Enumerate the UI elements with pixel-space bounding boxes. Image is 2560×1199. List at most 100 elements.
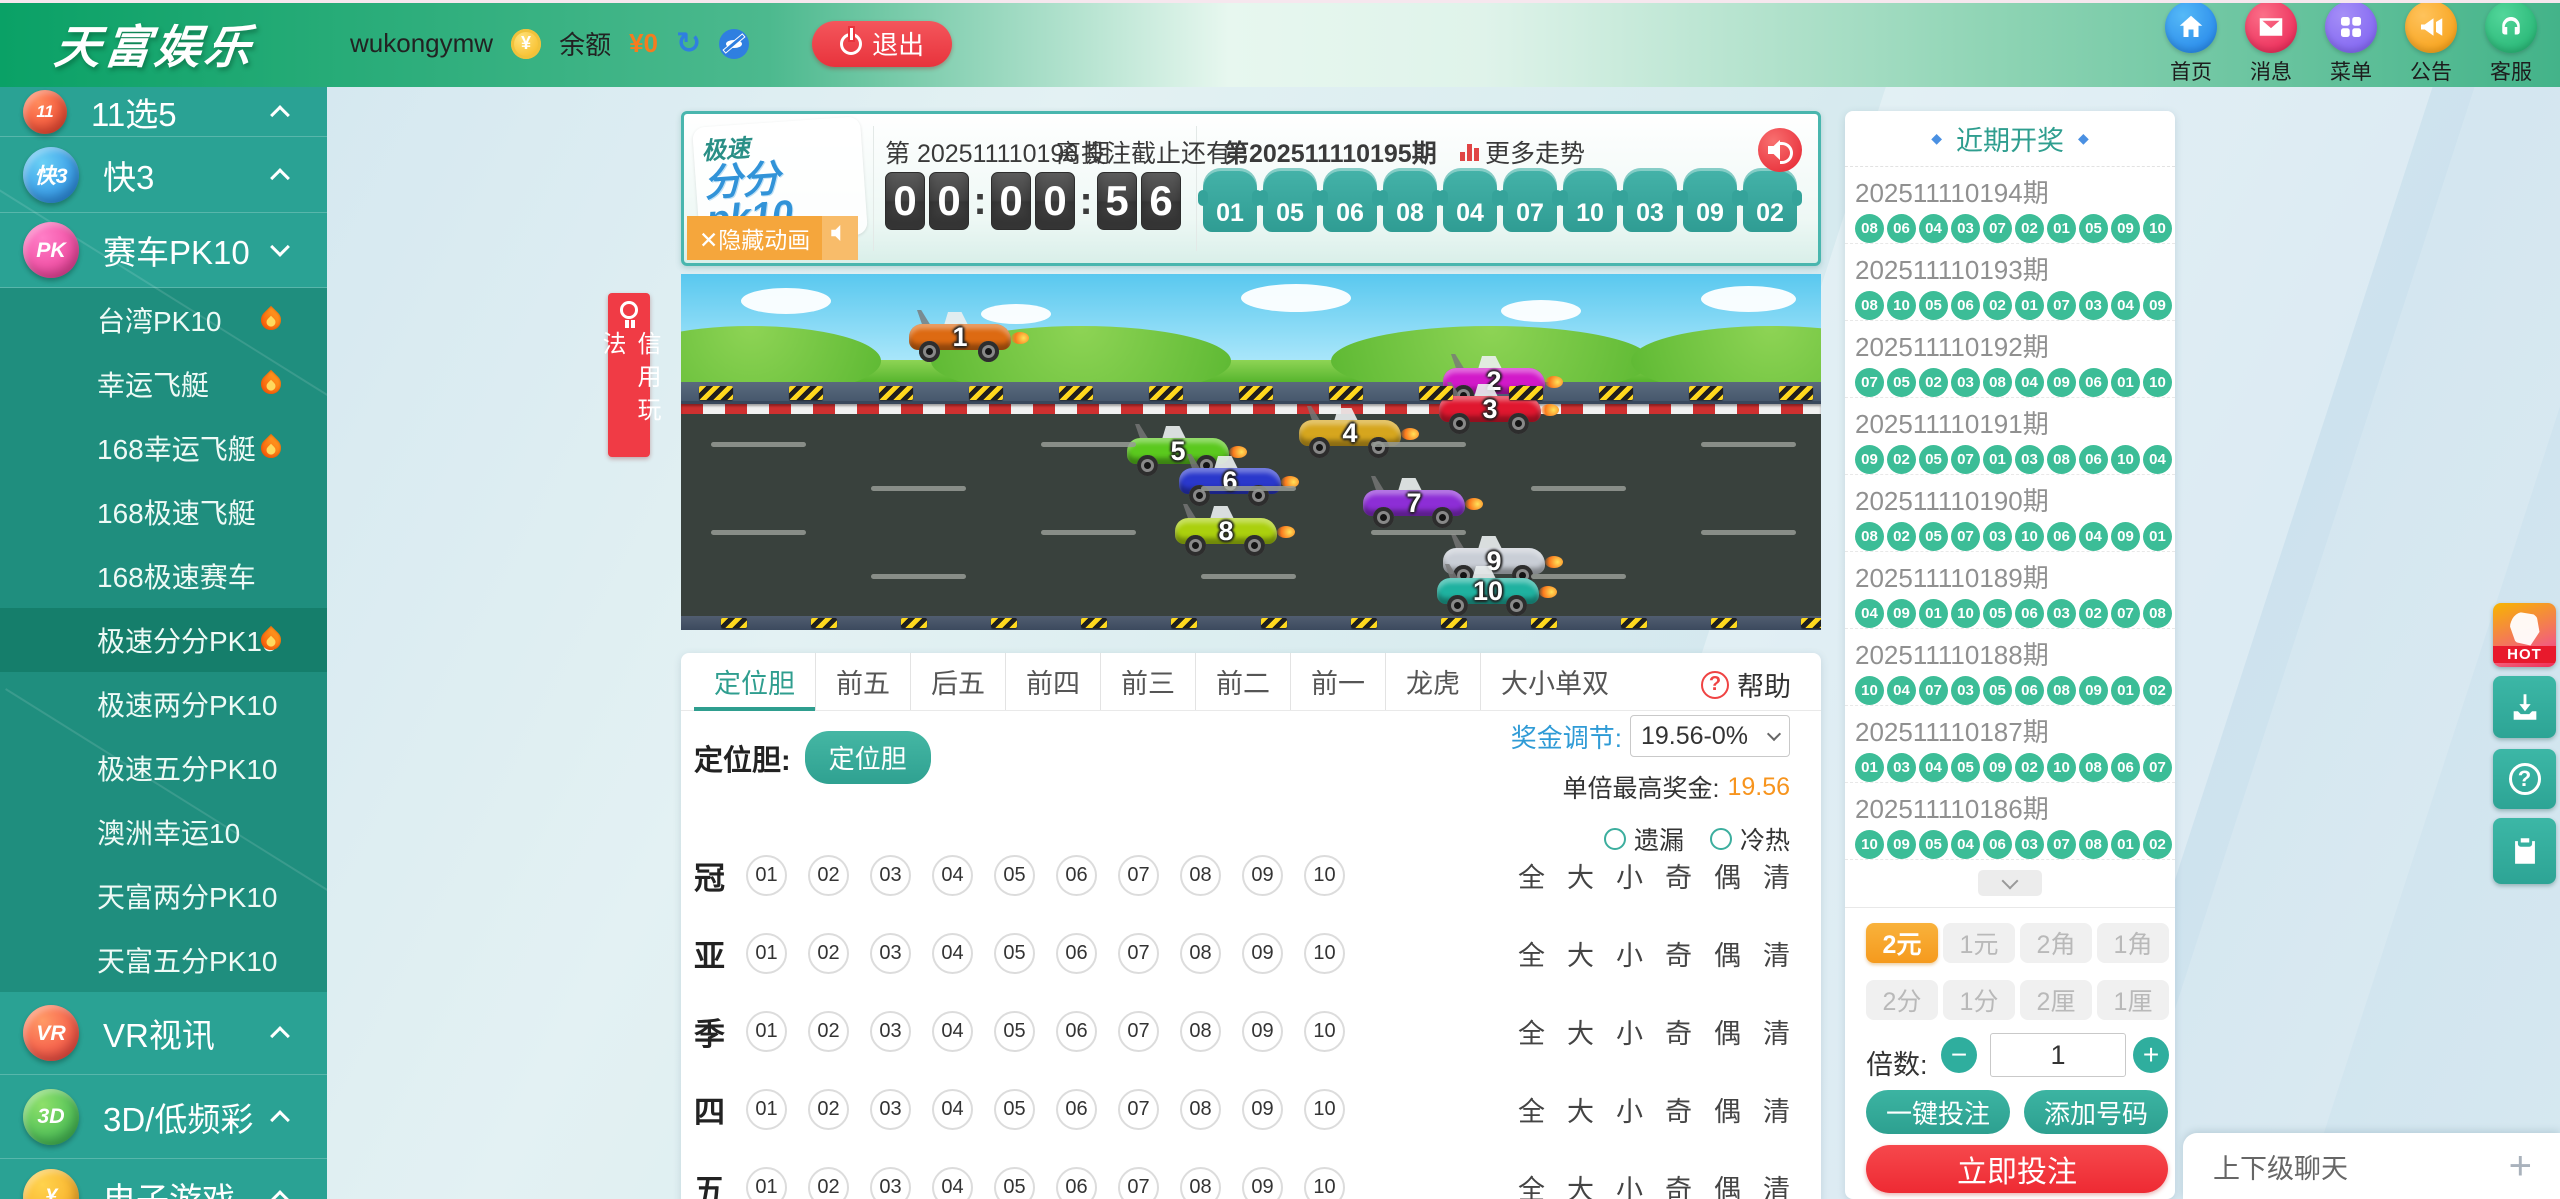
tab-后五[interactable]: 后五 — [911, 653, 1006, 710]
nav-item-home[interactable]: 首页 — [2156, 1, 2226, 86]
number-button-07[interactable]: 07 — [1118, 933, 1159, 974]
download-button[interactable] — [2493, 676, 2556, 738]
quick-bet-button[interactable]: 一键投注 — [1866, 1090, 2010, 1134]
sidebar-item-台湾PK10[interactable]: 台湾PK10 — [0, 288, 327, 352]
add-number-button[interactable]: 添加号码 — [2024, 1090, 2168, 1134]
sidebar-group-11x5[interactable]: 1111选5 — [0, 87, 327, 137]
support-button[interactable]: ? — [2493, 749, 2556, 809]
number-button-01[interactable]: 01 — [746, 1089, 787, 1130]
nav-item-service[interactable]: 客服 — [2476, 1, 2546, 86]
number-button-02[interactable]: 02 — [808, 1167, 849, 1199]
quick-action-奇[interactable]: 奇 — [1665, 934, 1692, 973]
tab-前二[interactable]: 前二 — [1196, 653, 1291, 710]
quick-action-偶[interactable]: 偶 — [1714, 934, 1741, 973]
number-button-04[interactable]: 04 — [932, 1167, 973, 1199]
multiplier-input[interactable] — [1990, 1033, 2126, 1077]
quick-action-大[interactable]: 大 — [1567, 1012, 1594, 1051]
quick-action-清[interactable]: 清 — [1763, 934, 1790, 973]
eye-off-icon[interactable] — [719, 29, 749, 59]
quick-action-小[interactable]: 小 — [1616, 934, 1643, 973]
number-button-05[interactable]: 05 — [994, 1089, 1035, 1130]
quick-action-全[interactable]: 全 — [1518, 1168, 1545, 1199]
number-button-06[interactable]: 06 — [1056, 1167, 1097, 1199]
number-button-06[interactable]: 06 — [1056, 933, 1097, 974]
quick-action-奇[interactable]: 奇 — [1665, 1168, 1692, 1199]
quick-action-全[interactable]: 全 — [1518, 856, 1545, 895]
quick-action-小[interactable]: 小 — [1616, 1168, 1643, 1199]
amount-button-2角[interactable]: 2角 — [2020, 923, 2092, 963]
sidebar-group-kuai3[interactable]: 快3快3 — [0, 137, 327, 213]
tab-前四[interactable]: 前四 — [1006, 653, 1101, 710]
tab-前三[interactable]: 前三 — [1101, 653, 1196, 710]
number-button-08[interactable]: 08 — [1180, 1011, 1221, 1052]
number-button-08[interactable]: 08 — [1180, 1089, 1221, 1130]
amount-button-2厘[interactable]: 2厘 — [2020, 980, 2092, 1020]
quick-action-全[interactable]: 全 — [1518, 934, 1545, 973]
number-button-01[interactable]: 01 — [746, 1167, 787, 1199]
chat-add-icon[interactable]: + — [2509, 1144, 2532, 1189]
number-button-01[interactable]: 01 — [746, 1011, 787, 1052]
number-button-03[interactable]: 03 — [870, 933, 911, 974]
sidebar-item-极速分分PK10[interactable]: 极速分分PK10 — [0, 608, 327, 672]
number-button-10[interactable]: 10 — [1304, 1089, 1345, 1130]
number-button-05[interactable]: 05 — [994, 933, 1035, 974]
quick-action-偶[interactable]: 偶 — [1714, 1090, 1741, 1129]
quick-action-大[interactable]: 大 — [1567, 934, 1594, 973]
nav-item-message[interactable]: 消息 — [2236, 1, 2306, 86]
number-button-01[interactable]: 01 — [746, 855, 787, 896]
help-link[interactable]: ? 帮助 — [1701, 665, 1791, 704]
sidebar-item-168幸运飞艇[interactable]: 168幸运飞艇 — [0, 416, 327, 480]
number-button-07[interactable]: 07 — [1118, 1011, 1159, 1052]
hide-animation-button[interactable]: ✕隐藏动画 — [687, 216, 858, 260]
quick-action-清[interactable]: 清 — [1763, 856, 1790, 895]
tab-前五[interactable]: 前五 — [816, 653, 911, 710]
number-button-01[interactable]: 01 — [746, 933, 787, 974]
number-button-04[interactable]: 04 — [932, 1011, 973, 1052]
bet-group-button[interactable]: 定位胆 — [805, 731, 931, 784]
quick-action-清[interactable]: 清 — [1763, 1168, 1790, 1199]
number-button-03[interactable]: 03 — [870, 1011, 911, 1052]
report-button[interactable] — [2493, 818, 2556, 884]
number-button-04[interactable]: 04 — [932, 855, 973, 896]
amount-button-1角[interactable]: 1角 — [2097, 923, 2169, 963]
number-button-06[interactable]: 06 — [1056, 1089, 1097, 1130]
number-button-04[interactable]: 04 — [932, 933, 973, 974]
number-button-09[interactable]: 09 — [1242, 1011, 1283, 1052]
sidebar-item-幸运飞艇[interactable]: 幸运飞艇 — [0, 352, 327, 416]
number-button-03[interactable]: 03 — [870, 1089, 911, 1130]
number-button-04[interactable]: 04 — [932, 1089, 973, 1130]
sidebar-item-168极速飞艇[interactable]: 168极速飞艇 — [0, 480, 327, 544]
amount-button-1厘[interactable]: 1厘 — [2097, 980, 2169, 1020]
number-button-08[interactable]: 08 — [1180, 855, 1221, 896]
quick-action-清[interactable]: 清 — [1763, 1012, 1790, 1051]
tab-前一[interactable]: 前一 — [1291, 653, 1386, 710]
number-button-09[interactable]: 09 — [1242, 1089, 1283, 1130]
refresh-icon[interactable]: ↻ — [676, 29, 701, 59]
sidebar-item-天富两分PK10[interactable]: 天富两分PK10 — [0, 864, 327, 928]
number-button-02[interactable]: 02 — [808, 855, 849, 896]
credit-play-ribbon[interactable]: 信用玩法 — [608, 293, 650, 457]
sidebar-group-vr[interactable]: VRVR视讯 — [0, 992, 327, 1075]
tab-定位胆[interactable]: 定位胆 — [694, 653, 816, 710]
hot-promo-button[interactable]: HOT — [2493, 603, 2556, 667]
number-button-07[interactable]: 07 — [1118, 1089, 1159, 1130]
expand-results-button[interactable] — [1978, 870, 2042, 896]
amount-button-1元[interactable]: 1元 — [1943, 923, 2015, 963]
tab-大小单双[interactable]: 大小单双 — [1481, 653, 1629, 710]
chat-bar[interactable]: 上下级聊天 + — [2183, 1133, 2560, 1199]
number-button-09[interactable]: 09 — [1242, 855, 1283, 896]
sidebar-item-极速两分PK10[interactable]: 极速两分PK10 — [0, 672, 327, 736]
quick-action-大[interactable]: 大 — [1567, 856, 1594, 895]
number-button-07[interactable]: 07 — [1118, 855, 1159, 896]
number-button-05[interactable]: 05 — [994, 1167, 1035, 1199]
sidebar-item-天富五分PK10[interactable]: 天富五分PK10 — [0, 928, 327, 992]
sidebar-group-more[interactable]: ¥电子游戏 — [0, 1159, 327, 1199]
quick-action-偶[interactable]: 偶 — [1714, 856, 1741, 895]
quick-action-小[interactable]: 小 — [1616, 1012, 1643, 1051]
quick-action-奇[interactable]: 奇 — [1665, 1090, 1692, 1129]
bet-now-button[interactable]: 立即投注 — [1866, 1145, 2168, 1193]
bonus-select[interactable]: 19.56-0% — [1630, 715, 1790, 757]
number-button-08[interactable]: 08 — [1180, 1167, 1221, 1199]
number-button-07[interactable]: 07 — [1118, 1167, 1159, 1199]
quick-action-大[interactable]: 大 — [1567, 1168, 1594, 1199]
